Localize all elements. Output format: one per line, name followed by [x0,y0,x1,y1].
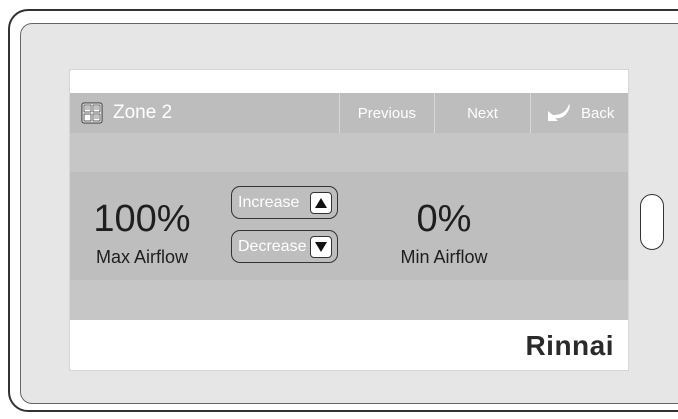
back-arrow-icon [547,104,570,121]
max-airflow-value: 100% [93,198,191,240]
decrease-label: Decrease [238,237,307,255]
brand-logo: Rinnai [525,330,614,361]
min-airflow-value: 0% [416,198,472,240]
back-label: Back [580,104,615,122]
spacer-band-bottom [70,280,628,320]
triangle-up-icon [315,197,327,208]
decrease-arrow-box [310,235,332,258]
decrease-button[interactable]: Decrease [231,230,338,263]
previous-button[interactable]: Previous [339,93,434,133]
increase-arrow-box [310,191,332,214]
increase-label: Increase [238,193,300,211]
back-button[interactable]: Back [530,93,628,133]
zone-list-icon [81,102,103,124]
zone-area: Zone 2 [70,93,339,133]
next-button[interactable]: Next [433,93,531,133]
header-bar: Zone 2 Previous Next Back [70,93,628,133]
touch-screen: Zone 2 Previous Next Back 100% Max Airfl… [69,69,629,371]
increase-button[interactable]: Increase [231,186,338,219]
spacer-band-top [70,133,628,172]
min-airflow-label: Min Airflow [400,247,488,267]
max-airflow-label: Max Airflow [95,247,189,267]
home-button[interactable] [640,194,664,250]
zone-title: Zone 2 [113,102,173,123]
triangle-down-icon [315,241,327,252]
